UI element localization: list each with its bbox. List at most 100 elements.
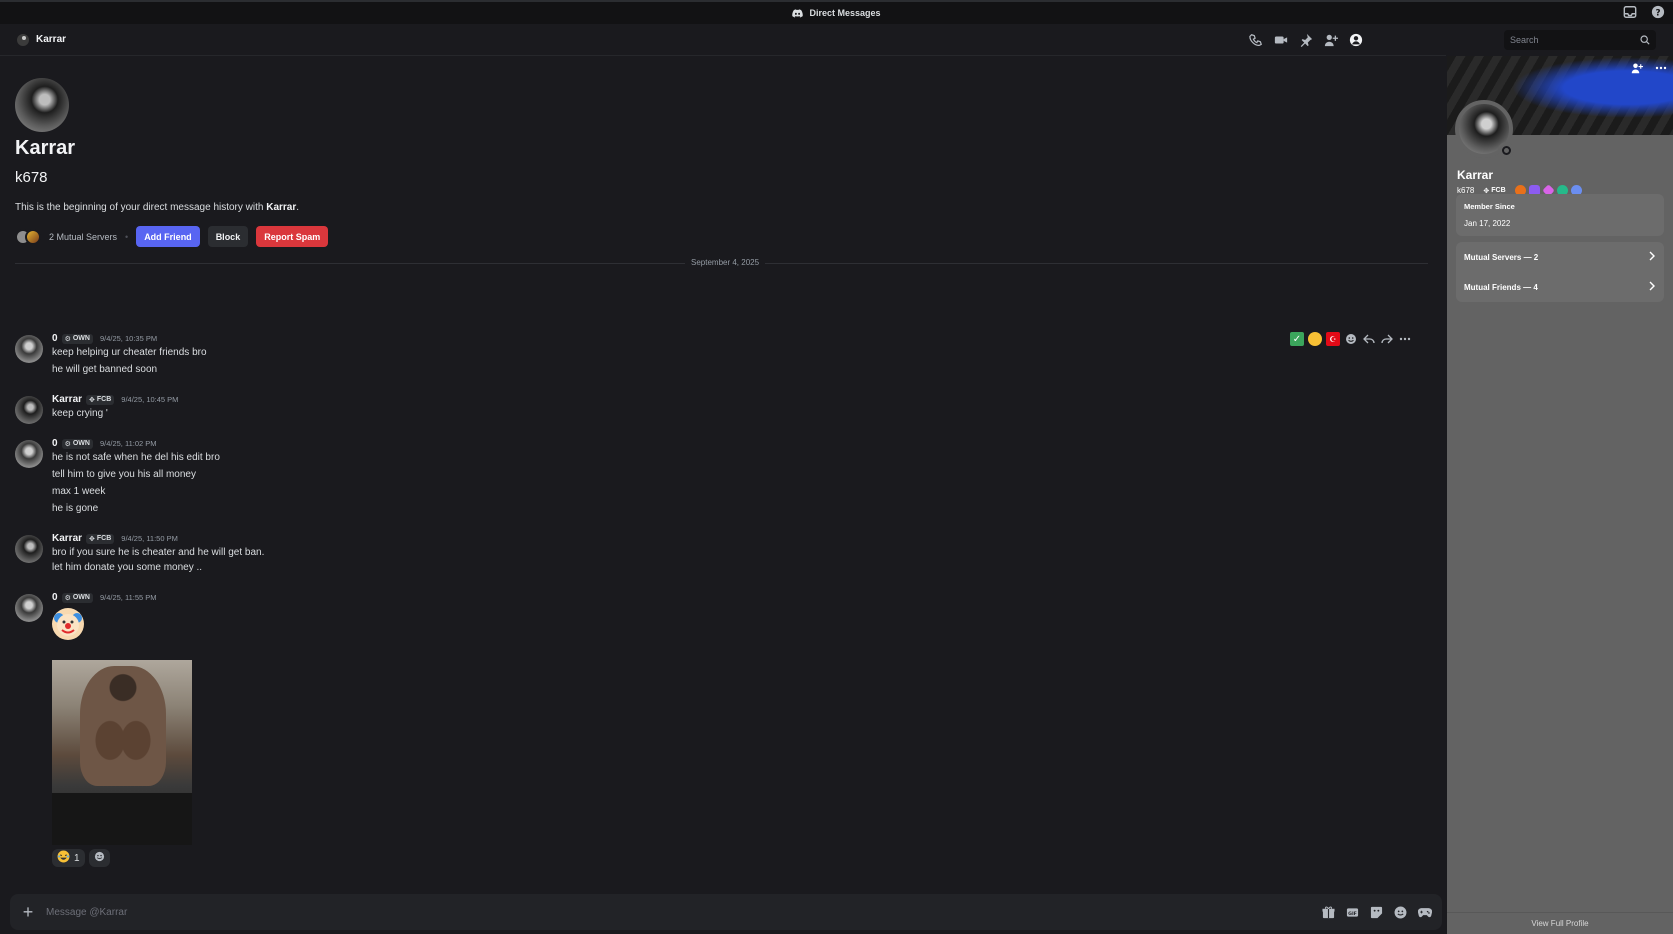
guild-tag[interactable]: ✥ FCB [86,394,115,405]
message-composer: + GIF [10,894,1442,930]
message-line: keep crying ' [52,408,108,419]
inbox-icon[interactable] [1623,5,1637,19]
gift-icon[interactable] [1322,906,1335,919]
message-header: 0 ⚙ OWN 9/4/25, 11:02 PM [52,438,157,449]
message-line: tell him to give you his all money [52,469,196,480]
add-reaction-icon [94,851,105,865]
guild-tag-icon: ⚙ [64,335,71,343]
mutual-servers-row[interactable]: Mutual Servers — 2 [1456,242,1664,272]
avatar[interactable] [15,535,43,563]
user-avatar-small-icon [16,33,30,47]
block-button[interactable]: Block [207,226,249,247]
mutual-friends-label: Mutual Friends — 4 [1464,282,1538,292]
voice-call-icon[interactable] [1249,33,1263,47]
member-since-date: Jan 17, 2022 [1464,219,1511,228]
intro-actions: 2 Mutual Servers • Add Friend Block Repo… [15,226,329,247]
window-title: Direct Messages [809,8,881,18]
date-divider: September 4, 2025 [15,258,1428,267]
view-full-profile-link[interactable]: View Full Profile [1447,912,1673,934]
mutual-server-icons[interactable] [15,228,41,245]
author-name[interactable]: 0 [52,333,58,344]
search-area: Search [1366,24,1673,56]
add-friend-button[interactable]: Add Friend [136,226,200,247]
intro-text: This is the beginning of your direct mes… [15,202,299,213]
timestamp: 9/4/25, 10:45 PM [121,395,179,404]
sticker-icon[interactable] [1370,906,1383,919]
flag-reaction-icon[interactable]: ☪ [1326,332,1340,346]
member-since-label: Member Since [1464,202,1515,211]
add-reaction-button[interactable] [88,849,110,867]
offline-status-icon [1498,142,1514,158]
guild-tag-icon: ✥ [89,535,95,543]
message-line: he is not safe when he del his edit bro [52,452,220,463]
laughing-emoji-icon [57,850,70,866]
message-line: he will get banned soon [52,364,158,375]
timestamp: 9/4/25, 11:50 PM [121,534,178,543]
member-since-card: Member Since Jan 17, 2022 [1456,194,1664,236]
guild-tag-icon: ✥ [89,396,95,404]
chevron-right-icon [1648,281,1656,293]
upload-plus-icon[interactable]: + [10,902,46,923]
guild-tag-text: OWN [72,594,90,601]
more-options-icon[interactable] [1398,332,1412,346]
guild-tag[interactable]: ⚙ OWN [61,438,93,449]
user-profile-panel: Karrar k678 ✥ FCB Member Since Jan 17, 20… [1447,56,1673,934]
profile-display-name: Karrar [1457,168,1494,182]
guild-tag-icon: ⚙ [64,594,71,602]
apps-controller-icon[interactable] [1418,906,1432,919]
avatar[interactable] [15,594,43,622]
avatar[interactable] [15,440,43,468]
user-profile-icon[interactable] [1349,33,1363,47]
message-image-attachment[interactable] [52,646,202,845]
reaction-laughing[interactable]: 1 [52,849,85,867]
avatar[interactable] [15,335,43,363]
add-friend-icon[interactable] [1631,62,1643,77]
check-reaction-icon[interactable]: ✓ [1290,332,1304,346]
add-reaction-icon[interactable] [1344,332,1358,346]
author-name[interactable]: 0 [52,438,58,449]
avatar[interactable] [15,396,43,424]
message-line: he is gone [52,503,99,514]
message-hover-toolbar: ✓ ☪ [1286,328,1416,350]
help-icon[interactable]: ? [1651,5,1665,19]
reply-icon[interactable] [1362,332,1376,346]
message-line: keep helping ur cheater friends bro [52,347,207,358]
pin-icon[interactable] [1299,33,1313,47]
gif-icon[interactable]: GIF [1346,906,1359,919]
emoji-icon[interactable] [1394,906,1407,919]
author-name[interactable]: Karrar [52,394,82,405]
forward-icon[interactable] [1380,332,1394,346]
discord-logo-icon [792,8,804,18]
heart-eyes-reaction-icon[interactable] [1308,332,1322,346]
mutual-friends-row[interactable]: Mutual Friends — 4 [1456,272,1664,302]
message-header: Karrar ✥ FCB 9/4/25, 10:45 PM [52,394,178,405]
search-icon [1640,35,1650,45]
add-friends-to-dm-icon[interactable] [1324,33,1338,47]
guild-tag[interactable]: ✥ FCB [86,533,115,544]
author-name[interactable]: Karrar [52,533,82,544]
reaction-count: 1 [74,852,80,864]
author-name[interactable]: 0 [52,592,58,603]
guild-tag-text: FCB [96,535,112,542]
message-input[interactable] [46,906,1322,918]
clown-emoji-icon [52,608,84,640]
timestamp: 9/4/25, 10:35 PM [99,334,158,343]
header-toolbar [1249,24,1363,56]
more-icon[interactable] [1655,62,1667,77]
search-placeholder: Search [1510,35,1539,45]
guild-tag[interactable]: ⚙ OWN [61,592,93,603]
intro-text-suffix: . [296,202,300,213]
mutuals-card: Mutual Servers — 2 Mutual Friends — 4 [1456,242,1664,302]
intro-username: k678 [15,169,48,186]
guild-tag[interactable]: ⚙ OWN [61,333,93,344]
guild-tag-text: OWN [72,335,90,342]
search-input[interactable]: Search [1504,30,1656,50]
video-call-icon[interactable] [1274,33,1288,47]
message-line: let him donate you some money .. [52,562,203,573]
report-spam-button[interactable]: Report Spam [256,226,329,247]
mutual-servers-label: Mutual Servers — 2 [1464,252,1539,262]
timestamp: 9/4/25, 11:02 PM [99,439,157,448]
chevron-right-icon [1648,251,1656,263]
mutual-servers-link[interactable]: 2 Mutual Servers [49,232,117,242]
timestamp: 9/4/25, 11:55 PM [99,593,157,602]
